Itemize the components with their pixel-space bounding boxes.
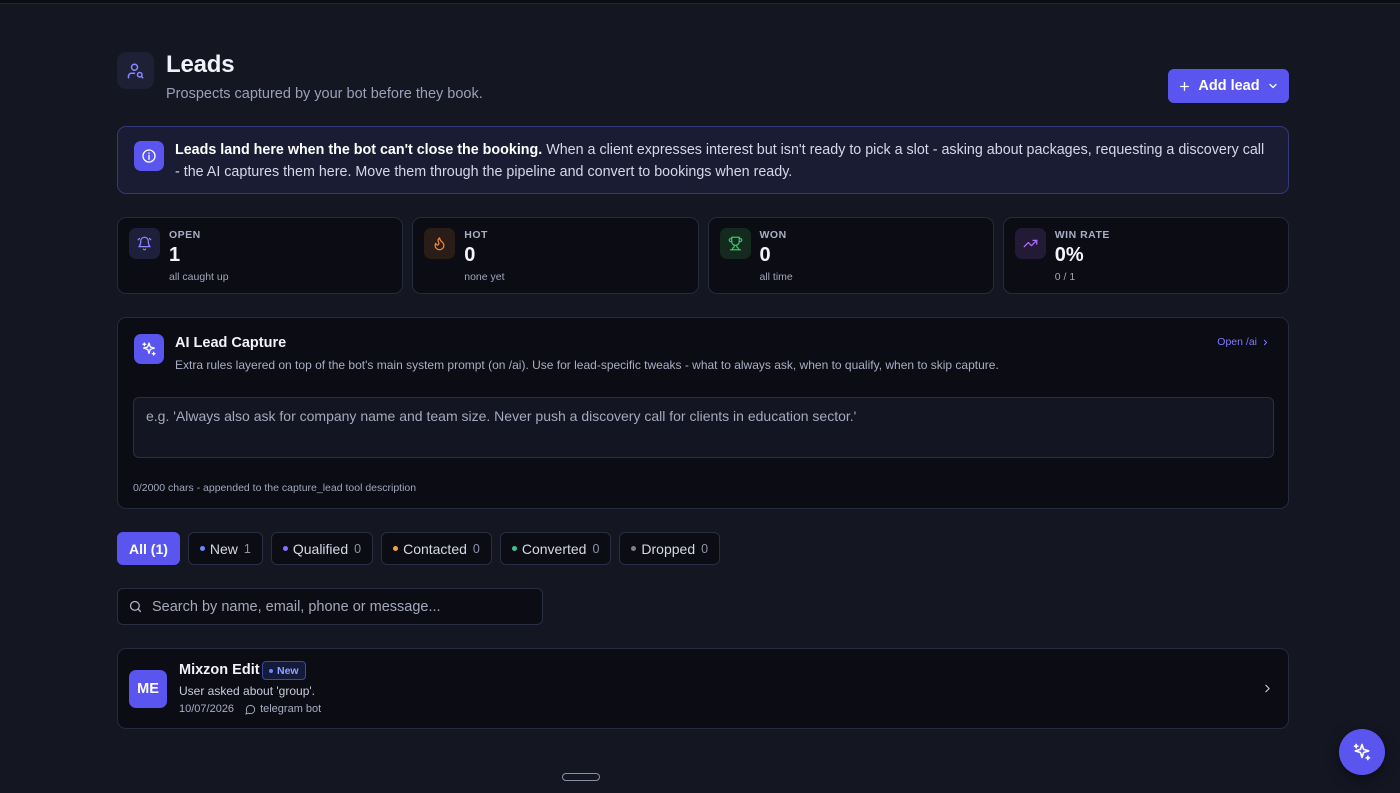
ai-capture-description: Extra rules layered on top of the bot's … [175, 358, 999, 372]
stat-value: 0 [759, 244, 771, 266]
stat-sub: all caught up [169, 271, 229, 283]
stat-card-hot: HOT 0 none yet [412, 217, 699, 294]
page-header: Leads Prospects captured by your bot bef… [117, 51, 1289, 111]
message-circle-icon [245, 704, 256, 715]
sparkles-icon [134, 334, 164, 364]
trending-up-icon [1014, 228, 1046, 259]
filter-new[interactable]: New 1 [187, 532, 263, 565]
add-lead-button[interactable]: Add lead [1168, 69, 1289, 103]
filter-label: Converted [521, 540, 587, 557]
info-banner-bold: Leads land here when the bot can't close… [175, 142, 543, 158]
chevron-right-icon [1263, 339, 1268, 345]
status-filters: All (1) New 1 Qualified 0 Contacted 0 Co… [117, 532, 721, 565]
lead-message: User asked about 'group'. [179, 684, 315, 698]
filter-converted[interactable]: Converted 0 [499, 532, 612, 565]
scroll-handle[interactable] [562, 773, 600, 781]
filter-qualified[interactable]: Qualified 0 [270, 532, 374, 565]
filter-count: 1 [243, 541, 251, 556]
stat-label: WON [759, 229, 787, 241]
stat-card-open: OPEN 1 all caught up [117, 217, 404, 294]
avatar: ME [129, 670, 167, 708]
chevron-down-icon [1268, 83, 1277, 89]
filter-all[interactable]: All (1) [117, 532, 180, 565]
bell-icon [129, 228, 160, 259]
filter-dropped[interactable]: Dropped 0 [619, 532, 721, 565]
stats-row: OPEN 1 all caught up HOT 0 none yet WON … [117, 217, 1289, 294]
stat-card-win-rate: WIN RATE 0% 0 / 1 [1002, 217, 1289, 294]
search-icon [129, 600, 142, 613]
stat-value: 0 [464, 244, 476, 266]
ai-assistant-fab[interactable] [1339, 729, 1385, 775]
search-box [117, 588, 543, 625]
trophy-icon [719, 228, 751, 259]
info-banner-text: Leads land here when the bot can't close… [175, 139, 1270, 183]
lead-row[interactable]: ME Mixzon Edit New User asked about 'gro… [117, 648, 1289, 729]
status-badge: New [262, 661, 306, 680]
lead-source: telegram bot [245, 703, 321, 715]
filter-label: All (1) [129, 540, 168, 557]
leads-page: Leads Prospects captured by your bot bef… [117, 0, 1289, 793]
filter-count: 0 [592, 541, 600, 556]
info-banner: Leads land here when the bot can't close… [117, 126, 1289, 194]
ai-char-count-hint: 0/2000 chars - appended to the capture_l… [133, 482, 417, 494]
filter-label: Qualified [292, 540, 349, 557]
status-dot [511, 546, 517, 551]
page-title: Leads [166, 51, 235, 78]
status-dot [269, 668, 273, 673]
ai-lead-capture-card: AI Lead Capture Extra rules layered on t… [117, 317, 1289, 509]
lead-source-label: telegram bot [260, 703, 322, 715]
stat-label: WIN RATE [1054, 229, 1110, 241]
stat-sub: all time [759, 271, 793, 283]
stat-label: HOT [464, 229, 488, 241]
stat-card-won: WON 0 all time [707, 217, 994, 294]
status-dot [282, 546, 288, 551]
stat-sub: 0 / 1 [1054, 271, 1076, 283]
stat-label: OPEN [169, 229, 201, 241]
info-icon [134, 141, 164, 171]
open-ai-label: Open /ai [1217, 336, 1257, 348]
lead-name: Mixzon Edit [179, 662, 260, 678]
status-dot [393, 546, 399, 551]
lead-date: 10/07/2026 [179, 703, 235, 715]
lead-meta: 10/07/2026 telegram bot [179, 703, 321, 715]
status-badge-label: New [277, 664, 299, 677]
status-dot [199, 546, 205, 551]
page-subtitle: Prospects captured by your bot before th… [166, 86, 483, 102]
sparkles-icon [1353, 743, 1371, 761]
stat-sub: none yet [464, 271, 505, 283]
search-input[interactable] [152, 589, 537, 624]
stat-value: 1 [169, 244, 181, 266]
stat-value: 0% [1054, 244, 1084, 266]
filter-count: 0 [354, 541, 362, 556]
filter-count: 0 [472, 541, 480, 556]
flame-icon [424, 228, 456, 259]
filter-label: Dropped [641, 540, 696, 557]
chevron-right-icon [1265, 684, 1270, 693]
plus-icon [1180, 81, 1190, 91]
filter-contacted[interactable]: Contacted 0 [381, 532, 492, 565]
filter-label: Contacted [403, 540, 467, 557]
ai-rules-textarea[interactable] [133, 397, 1274, 458]
filter-count: 0 [701, 541, 709, 556]
ai-capture-title: AI Lead Capture [175, 335, 287, 351]
filter-label: New [209, 540, 238, 557]
open-ai-link[interactable]: Open /ai [1217, 336, 1270, 348]
user-search-icon [117, 52, 154, 89]
status-dot [631, 546, 637, 551]
add-lead-label: Add lead [1198, 78, 1260, 94]
